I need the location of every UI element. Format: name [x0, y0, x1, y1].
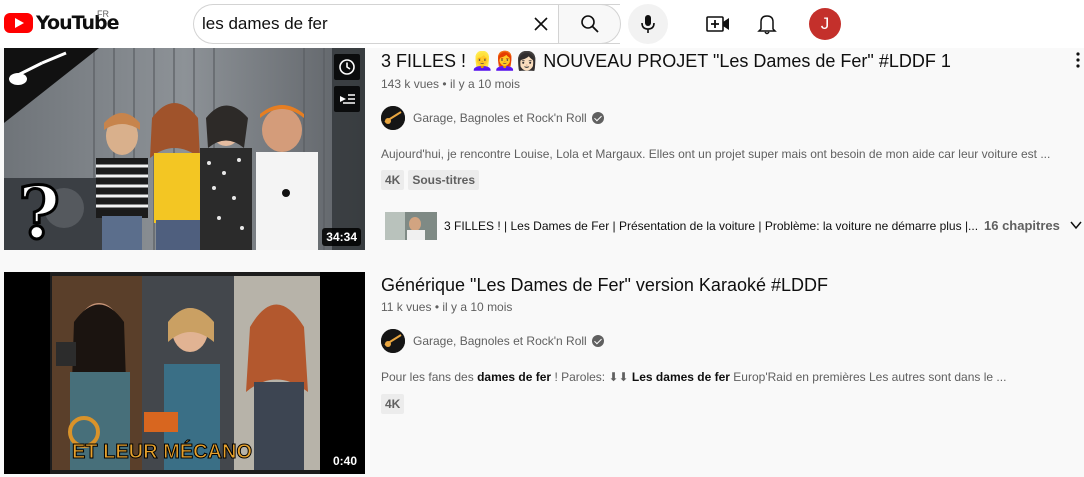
video-meta: 11 k vues • il y a 10 mois [381, 300, 512, 314]
channel-link[interactable]: Garage, Bagnoles et Rock'n Roll [381, 328, 604, 354]
chapters-count: 16 chapitres [984, 218, 1060, 233]
description-part: Europ'Raid en premières Les autres sont … [729, 370, 1007, 384]
close-icon [534, 17, 548, 31]
more-vert-icon [1076, 52, 1080, 68]
description-part: ! Paroles: ⬇⬇ [551, 370, 632, 384]
search-icon [580, 15, 599, 33]
queue-icon [340, 94, 355, 104]
badge-list: 4K [381, 394, 405, 414]
chapter-thumbnail [385, 212, 437, 240]
country-code: FR [97, 9, 109, 19]
view-count: 11 k vues [381, 300, 432, 314]
create-icon [706, 16, 729, 32]
play-logo-icon [4, 13, 33, 33]
channel-name: Garage, Bagnoles et Rock'n Roll [413, 111, 587, 125]
description-highlight: Les dames de fer [631, 370, 730, 384]
channel-name: Garage, Bagnoles et Rock'n Roll [413, 334, 587, 348]
badge-4k: 4K [381, 394, 405, 414]
notifications-button[interactable] [752, 9, 782, 39]
clock-icon [339, 59, 355, 75]
video-thumbnail[interactable]: ? 34:34 [4, 48, 365, 250]
create-button[interactable] [703, 9, 733, 39]
video-description: Aujourd'hui, je rencontre Louise, Lola e… [381, 147, 1051, 161]
channel-avatar [381, 106, 405, 130]
thumbnail-image: ET LEUR MÉCANO [4, 272, 365, 474]
view-count: 143 k vues [381, 77, 440, 91]
voice-search-button[interactable] [628, 4, 668, 44]
verified-icon [591, 112, 604, 124]
channel-avatar [381, 329, 405, 353]
channel-link[interactable]: Garage, Bagnoles et Rock'n Roll [381, 105, 604, 131]
meta-separator: • [442, 77, 450, 91]
clear-search-button[interactable] [524, 5, 558, 43]
badge-subtitles: Sous-titres [408, 170, 480, 190]
verified-icon [591, 335, 604, 347]
video-title[interactable]: 3 FILLES ! 👱‍♀️👩‍🦰👩🏻 NOUVEAU PROJET "Les… [381, 51, 951, 72]
video-title[interactable]: Générique "Les Dames de Fer" version Kar… [381, 275, 828, 296]
video-duration: 34:34 [322, 228, 361, 246]
svg-text:?: ? [18, 170, 60, 250]
bell-icon [757, 15, 777, 35]
more-actions-button[interactable] [1072, 48, 1084, 72]
chapters-summary: 3 FILLES ! | Les Dames de Fer | Présenta… [444, 219, 979, 233]
video-description: Pour les fans des dames de fer ! Paroles… [381, 370, 1006, 384]
badge-list: 4K Sous-titres [381, 170, 480, 190]
thumbnail-caption: ET LEUR MÉCANO [72, 440, 252, 463]
search-button[interactable] [558, 4, 621, 44]
watch-later-button[interactable] [334, 54, 360, 80]
account-avatar[interactable]: J [809, 8, 841, 40]
description-highlight: dames de fer [477, 370, 552, 384]
upload-age: il y a 10 mois [449, 77, 520, 91]
search-input[interactable] [194, 5, 524, 43]
upload-age: il y a 10 mois [442, 300, 513, 314]
video-meta: 143 k vues • il y a 10 mois [381, 77, 520, 91]
badge-4k: 4K [381, 170, 405, 190]
description-part: Pour les fans des [381, 370, 478, 384]
search-box [193, 4, 621, 44]
video-thumbnail[interactable]: ET LEUR MÉCANO 0:40 [4, 272, 365, 474]
mic-icon [641, 15, 655, 33]
top-bar: YouTube FR les dames de fer J [0, 0, 1084, 48]
thumbnail-image: ? [4, 48, 365, 250]
chapters-row[interactable]: 3 FILLES ! | Les Dames de Fer | Présenta… [381, 212, 1084, 240]
add-to-queue-button[interactable] [334, 86, 360, 112]
chevron-down-icon [1070, 221, 1082, 230]
video-duration: 0:40 [328, 452, 361, 470]
